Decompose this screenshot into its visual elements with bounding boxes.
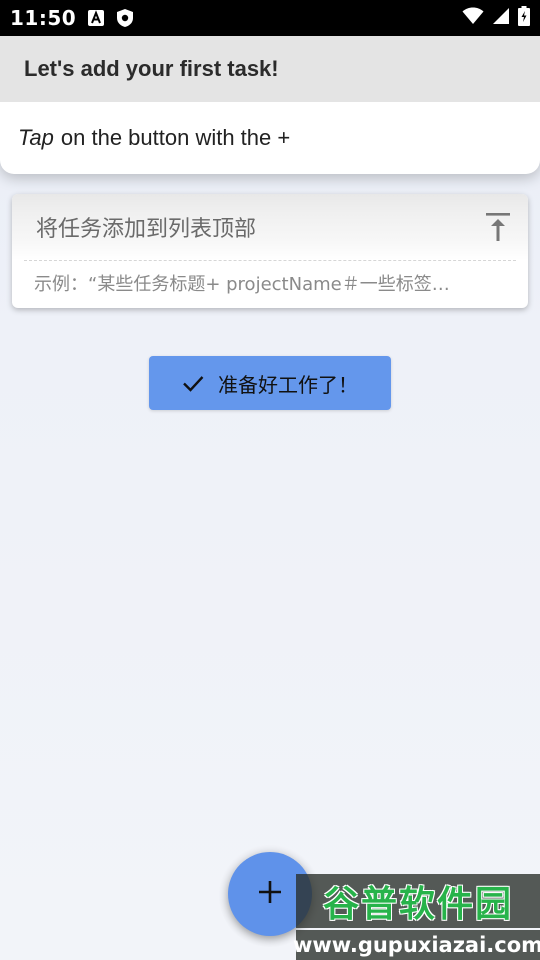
ready-to-work-button[interactable]: 准备好工作了！: [149, 356, 391, 410]
tutorial-tooltip: Let's add your first task! Tap on the bu…: [0, 36, 540, 174]
watermark: 谷普软件园 www.gupuxiazai.com: [293, 874, 540, 960]
status-time: 11:50: [10, 6, 77, 30]
tutorial-header: Let's add your first task!: [0, 36, 540, 102]
add-task-row[interactable]: 将任务添加到列表顶部: [12, 194, 528, 260]
shield-icon: [116, 8, 134, 28]
tutorial-title: Let's add your first task!: [24, 56, 279, 81]
status-bar: 11:50: [0, 0, 540, 36]
battery-icon: [518, 5, 530, 31]
example-hint: 示例：“某些任务标题+ projectName＃一些标签…: [34, 274, 450, 295]
add-task-card: 将任务添加到列表顶部 示例：“某些任务标题+ projectName＃一些标签…: [12, 194, 528, 308]
plus-icon: [257, 879, 283, 910]
status-right-icons: [462, 5, 530, 31]
tutorial-body-emphasis: Tap: [18, 125, 54, 150]
watermark-title: 谷普软件园: [296, 874, 540, 928]
cellular-icon: [492, 7, 510, 30]
add-task-input[interactable]: 将任务添加到列表顶部: [36, 211, 484, 243]
check-icon: [182, 372, 204, 394]
font-a-icon: [88, 10, 105, 26]
vertical-align-top-icon[interactable]: [484, 210, 512, 244]
tutorial-body: Tap on the button with the +: [0, 102, 540, 174]
wifi-icon: [462, 7, 484, 30]
ready-button-label: 准备好工作了！: [218, 372, 358, 397]
tutorial-body-text: on the button with the +: [60, 125, 291, 150]
watermark-url: www.gupuxiazai.com: [293, 930, 540, 960]
